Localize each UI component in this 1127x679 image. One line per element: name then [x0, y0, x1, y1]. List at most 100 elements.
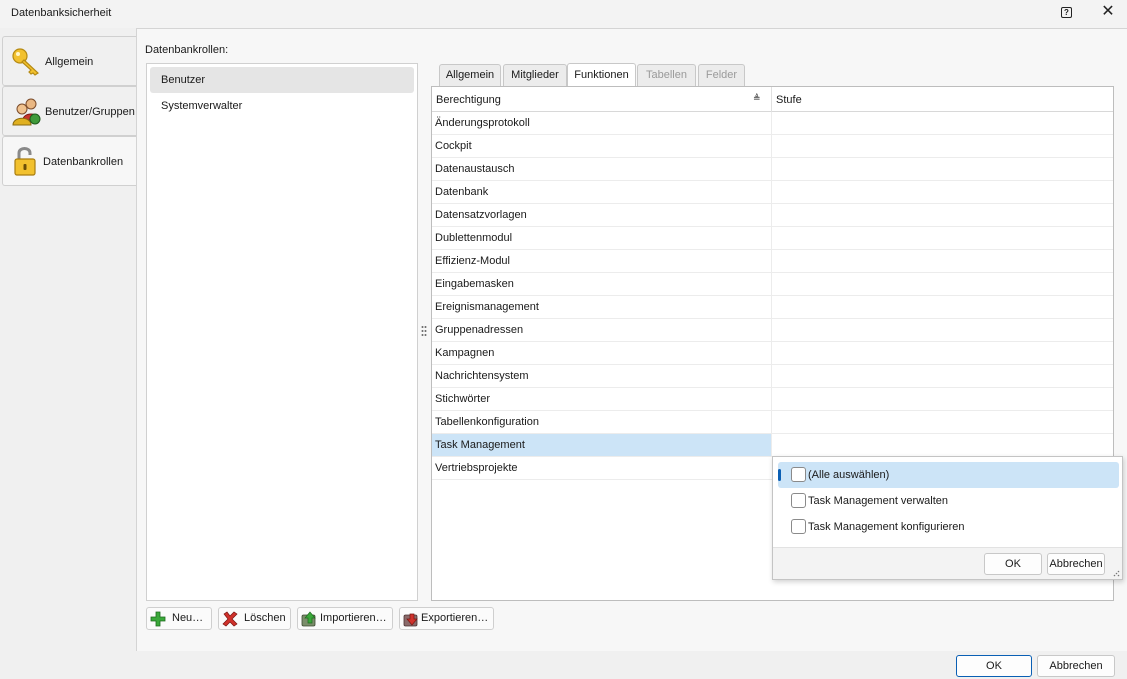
permission-cell[interactable]: Datenbank	[432, 181, 771, 203]
delete-button-label: Löschen	[244, 612, 286, 624]
grid-row[interactable]: Kampagnen	[432, 342, 1113, 365]
nav-item-label: Benutzer/Gruppen	[45, 106, 135, 118]
permission-cell[interactable]: Vertriebsprojekte	[432, 457, 771, 479]
title-bar: Datenbanksicherheit ? ✕	[0, 0, 1127, 28]
delete-x-icon	[222, 611, 238, 627]
checkbox[interactable]	[791, 519, 806, 534]
grid-row[interactable]: Nachrichtensystem	[432, 365, 1113, 388]
grid-row[interactable]: Effizienz-Modul	[432, 250, 1113, 273]
cancel-button[interactable]: Abbrechen	[1037, 655, 1115, 677]
grid-row[interactable]: Tabellenkonfiguration	[432, 411, 1113, 434]
checkbox[interactable]	[791, 467, 806, 482]
export-icon	[403, 613, 418, 627]
roles-list[interactable]: Benutzer Systemverwalter	[146, 63, 418, 601]
permission-cell[interactable]: Eingabemasken	[432, 273, 771, 295]
permission-cell[interactable]: Gruppenadressen	[432, 319, 771, 341]
permission-cell[interactable]: Stichwörter	[432, 388, 771, 410]
grid-header: Berechtigung ≜ Stufe	[432, 87, 1113, 112]
grid-row[interactable]: Cockpit	[432, 135, 1113, 158]
nav-item-label: Allgemein	[45, 56, 94, 68]
tab-mitglieder[interactable]: Mitglieder	[503, 64, 567, 86]
close-button[interactable]: ✕	[1100, 4, 1116, 20]
grid-row[interactable]: Dublettenmodul	[432, 227, 1113, 250]
option-task-management-verwalten[interactable]: Task Management verwalten	[778, 488, 1119, 514]
delete-button[interactable]: Löschen	[218, 607, 291, 630]
permission-cell[interactable]: Datensatzvorlagen	[432, 204, 771, 226]
permission-cell[interactable]: Ereignismanagement	[432, 296, 771, 318]
column-divider[interactable]	[771, 87, 772, 112]
permission-cell[interactable]: Task Management	[432, 434, 771, 456]
tab-tabellen: Tabellen	[637, 64, 696, 86]
nav-item-benutzer-gruppen[interactable]: Benutzer/Gruppen	[2, 86, 137, 136]
level-cell[interactable]	[771, 434, 1113, 456]
sort-ascending-icon[interactable]: ≜	[753, 93, 761, 104]
new-button[interactable]: Neu…	[146, 607, 212, 630]
nav-item-allgemein[interactable]: Allgemein	[2, 36, 137, 86]
level-cell[interactable]	[771, 365, 1113, 387]
permission-cell[interactable]: Dublettenmodul	[432, 227, 771, 249]
nav-item-datenbankrollen[interactable]: Datenbankrollen	[2, 136, 139, 186]
resize-grip-icon[interactable]	[1113, 570, 1120, 578]
role-item-benutzer[interactable]: Benutzer	[150, 67, 414, 93]
level-cell[interactable]	[771, 296, 1113, 318]
option-label: (Alle auswählen)	[808, 469, 890, 481]
tab-funktionen[interactable]: Funktionen	[567, 63, 636, 86]
help-button[interactable]: ?	[1061, 7, 1072, 18]
level-cell[interactable]	[771, 204, 1113, 226]
permission-cell[interactable]: Datenaustausch	[432, 158, 771, 180]
level-cell[interactable]	[771, 342, 1113, 364]
permission-cell[interactable]: Nachrichtensystem	[432, 365, 771, 387]
grid-row[interactable]: Stichwörter	[432, 388, 1113, 411]
level-cell[interactable]	[771, 319, 1113, 341]
permission-cell[interactable]: Effizienz-Modul	[432, 250, 771, 272]
role-item-systemverwalter[interactable]: Systemverwalter	[150, 93, 414, 119]
grid-row[interactable]: Änderungsprotokoll	[432, 112, 1113, 135]
column-header-berechtigung[interactable]: Berechtigung	[436, 94, 501, 106]
export-button[interactable]: Exportieren…	[399, 607, 494, 630]
splitter-handle[interactable]	[421, 325, 427, 339]
checkbox[interactable]	[791, 493, 806, 508]
grip-icon	[421, 326, 427, 336]
level-cell[interactable]	[771, 388, 1113, 410]
level-cell[interactable]	[771, 273, 1113, 295]
grid-row[interactable]: Gruppenadressen	[432, 319, 1113, 342]
option-task-management-konfigurieren[interactable]: Task Management konfigurieren	[778, 514, 1119, 540]
option-select-all[interactable]: (Alle auswählen)	[778, 462, 1119, 488]
level-cell[interactable]	[771, 112, 1113, 134]
plus-icon	[150, 611, 166, 627]
level-cell[interactable]	[771, 227, 1113, 249]
level-cell[interactable]	[771, 250, 1113, 272]
level-cell[interactable]	[771, 135, 1113, 157]
tab-allgemein[interactable]: Allgemein	[439, 64, 501, 86]
focus-indicator	[778, 469, 781, 481]
grid-row[interactable]: Datensatzvorlagen	[432, 204, 1113, 227]
permission-cell[interactable]: Cockpit	[432, 135, 771, 157]
import-icon	[301, 611, 316, 627]
option-label: Task Management verwalten	[808, 495, 949, 507]
nav-item-label: Datenbankrollen	[43, 156, 124, 168]
popup-cancel-button[interactable]: Abbrechen	[1047, 553, 1105, 575]
tab-felder: Felder	[698, 64, 745, 86]
option-label: Task Management konfigurieren	[808, 521, 965, 533]
level-cell[interactable]	[771, 411, 1113, 433]
key-icon	[12, 48, 39, 76]
grid-row[interactable]: Ereignismanagement	[432, 296, 1113, 319]
grid-row[interactable]: Datenbank	[432, 181, 1113, 204]
ok-button[interactable]: OK	[956, 655, 1032, 677]
import-button[interactable]: Importieren…	[297, 607, 393, 630]
import-button-label: Importieren…	[320, 612, 387, 624]
grid-row[interactable]: Task Management	[432, 434, 1113, 457]
grid-row[interactable]: Eingabemasken	[432, 273, 1113, 296]
permission-cell[interactable]: Tabellenkonfiguration	[432, 411, 771, 433]
level-cell[interactable]	[771, 181, 1113, 203]
popup-footer: OK Abbrechen	[773, 547, 1122, 579]
column-header-stufe[interactable]: Stufe	[776, 94, 802, 106]
export-button-label: Exportieren…	[421, 612, 489, 624]
popup-ok-button[interactable]: OK	[984, 553, 1042, 575]
permission-cell[interactable]: Änderungsprotokoll	[432, 112, 771, 134]
level-cell[interactable]	[771, 158, 1113, 180]
users-icon	[12, 98, 41, 126]
grid-row[interactable]: Datenaustausch	[432, 158, 1113, 181]
new-button-label: Neu…	[172, 612, 204, 624]
permission-cell[interactable]: Kampagnen	[432, 342, 771, 364]
